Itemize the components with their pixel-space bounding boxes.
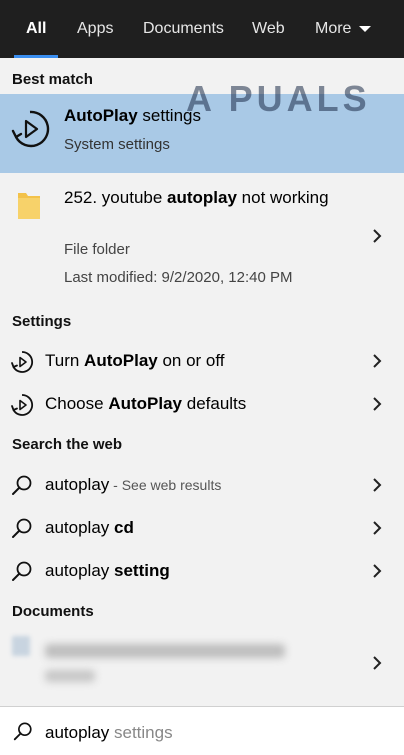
folder-name-pre: 252. youtube (64, 188, 168, 207)
tab-all[interactable]: All (13, 0, 60, 58)
appuals-watermark-logo: A PUALS (186, 78, 371, 120)
label-text: autoplay (45, 561, 114, 580)
web-result-autoplay[interactable]: autoplay - See web results (0, 465, 404, 505)
tab-more[interactable]: More (315, 0, 372, 58)
folder-icon (18, 193, 40, 219)
search-typed-text: autoplay (45, 723, 110, 742)
section-heading-search-web: Search the web (12, 436, 123, 453)
chevron-right-icon[interactable] (372, 229, 382, 243)
folder-name-bold: autoplay (167, 188, 237, 207)
search-box[interactable]: autoplay settings (0, 706, 404, 755)
search-icon (12, 475, 32, 495)
folder-type: File folder (64, 241, 130, 258)
label-pre: Choose (45, 394, 109, 413)
settings-item-turn-autoplay[interactable]: Turn AutoPlay on or off (0, 341, 404, 381)
tab-apps-label: Apps (77, 20, 114, 37)
section-heading-best-match: Best match (12, 71, 93, 88)
web-result-autoplay-setting[interactable]: autoplay setting (0, 551, 404, 591)
label-text: autoplay (45, 475, 110, 494)
web-result-autoplay-cd[interactable]: autoplay cd (0, 508, 404, 548)
tab-apps[interactable]: Apps (77, 0, 113, 58)
chevron-right-icon[interactable] (372, 478, 382, 492)
chevron-right-icon[interactable] (372, 521, 382, 535)
chevron-right-icon[interactable] (372, 656, 382, 670)
best-match-title: AutoPlay settings (64, 106, 201, 126)
label-bold: cd (114, 518, 134, 537)
label-bold: AutoPlay (84, 351, 158, 370)
web-result-label: autoplay setting (45, 561, 170, 581)
folder-modified: Last modified: 9/2/2020, 12:40 PM (64, 269, 293, 286)
web-result-label: autoplay cd (45, 518, 134, 538)
tab-documents-label: Documents (143, 20, 224, 37)
autoplay-icon (11, 394, 34, 416)
search-icon (12, 561, 32, 581)
settings-item-choose-autoplay[interactable]: Choose AutoPlay defaults (0, 384, 404, 424)
section-heading-documents: Documents (12, 603, 94, 620)
folder-result[interactable]: 252. youtube autoplay not working File f… (0, 176, 404, 296)
results-panel: Best match AutoPlay settings System sett… (0, 58, 404, 706)
search-icon (13, 722, 32, 741)
web-result-label: autoplay - See web results (45, 475, 221, 495)
settings-item-label: Turn AutoPlay on or off (45, 351, 225, 371)
folder-name-post: not working (236, 188, 329, 207)
tab-all-label: All (26, 20, 47, 37)
tab-more-label: More (315, 20, 352, 37)
label-bold: AutoPlay (108, 394, 183, 413)
best-match-title-bold: AutoPlay (64, 106, 138, 125)
chevron-right-icon[interactable] (372, 564, 382, 578)
tab-documents[interactable]: Documents (143, 0, 224, 58)
settings-item-label: Choose AutoPlay defaults (45, 394, 246, 414)
autoplay-icon (11, 351, 34, 373)
label-post: defaults (182, 394, 247, 413)
chevron-right-icon[interactable] (372, 397, 382, 411)
document-name-redacted (45, 670, 95, 682)
tab-web-label: Web (252, 20, 285, 37)
label-post: on or off (157, 351, 225, 370)
caret-down-icon (359, 26, 372, 32)
autoplay-icon (11, 110, 50, 148)
label-bold: setting (114, 561, 170, 580)
search-icon (12, 518, 32, 538)
label-text: autoplay (45, 518, 114, 537)
watermark-text: A PUALS (186, 78, 371, 119)
search-autocomplete-suggestion: settings (109, 723, 173, 742)
label-hint: - See web results (109, 477, 222, 493)
folder-name: 252. youtube autoplay not working (64, 186, 344, 210)
label-pre: Turn (45, 351, 85, 370)
search-input[interactable]: autoplay settings (45, 723, 173, 743)
section-heading-settings: Settings (12, 313, 72, 330)
document-name-redacted (45, 644, 285, 658)
search-scope-tabbar: All Apps Documents Web More (0, 0, 404, 58)
best-match-subtitle: System settings (64, 136, 170, 153)
chevron-right-icon[interactable] (372, 354, 382, 368)
document-icon (12, 636, 30, 656)
tab-web[interactable]: Web (252, 0, 285, 58)
